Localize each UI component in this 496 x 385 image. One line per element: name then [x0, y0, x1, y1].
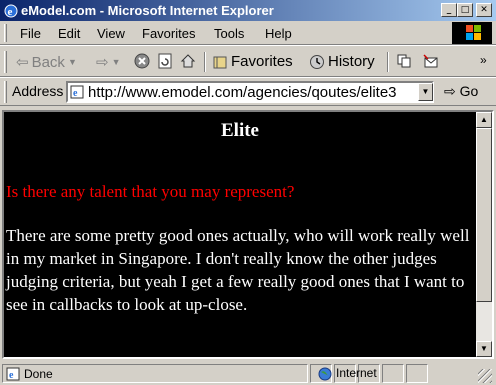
title-bar[interactable]: e eModel.com - Microsoft Internet Explor…	[0, 0, 496, 21]
status-pane-main: e Done	[2, 364, 308, 383]
resize-grip[interactable]	[478, 369, 492, 383]
history-button[interactable]: History	[309, 53, 375, 70]
back-dropdown-icon[interactable]: ▼	[68, 57, 77, 67]
go-arrow-icon: ⇨	[444, 83, 456, 99]
menu-edit[interactable]: Edit	[58, 26, 80, 41]
chevron-down-icon: ▼	[480, 344, 488, 353]
menu-tools[interactable]: Tools	[214, 26, 244, 41]
mail-icon	[423, 54, 438, 68]
address-grip[interactable]	[4, 81, 7, 103]
scroll-up-button[interactable]: ▲	[476, 112, 492, 128]
menu-help[interactable]: Help	[265, 26, 292, 41]
refresh-button[interactable]	[157, 53, 173, 69]
minimize-button[interactable]: _	[441, 3, 457, 17]
page-icon: e	[6, 367, 20, 381]
status-bar: e Done Internet	[0, 362, 496, 385]
home-icon	[180, 54, 196, 68]
page-title: Elite	[221, 120, 259, 141]
status-zone-label: Internet	[336, 366, 377, 380]
page-content: Elite Is there any talent that you may r…	[4, 112, 476, 357]
address-url: http://www.emodel.com/agencies/qoutes/el…	[88, 84, 397, 101]
close-button[interactable]: ✕	[476, 3, 492, 17]
menu-file[interactable]: File	[20, 26, 41, 41]
svg-text:e: e	[9, 370, 14, 381]
favorites-button[interactable]: Favorites	[212, 53, 293, 70]
forward-arrow-icon: ⇨	[96, 54, 109, 71]
copy-icon	[397, 54, 411, 68]
standard-toolbar: ⇦ Back ▼ ⇨ ▼ Favorites History »	[0, 47, 496, 77]
history-icon	[310, 54, 324, 69]
address-bar: Address e http://www.emodel.com/agencies…	[0, 78, 496, 106]
menu-bar: File Edit View Favorites Tools Help	[0, 21, 496, 45]
svg-text:e: e	[73, 88, 78, 99]
toolbar-grip[interactable]	[4, 51, 7, 73]
menu-favorites[interactable]: Favorites	[142, 26, 195, 41]
refresh-icon	[158, 53, 172, 69]
go-label: Go	[459, 83, 479, 99]
back-label: Back	[31, 53, 65, 71]
interview-answer: There are some pretty good ones actually…	[6, 226, 470, 314]
toolbar-separator	[204, 52, 206, 72]
browser-viewport: Elite Is there any talent that you may r…	[2, 110, 494, 359]
mail-button[interactable]	[422, 53, 440, 69]
maximize-button[interactable]: □	[457, 3, 473, 17]
menu-grip[interactable]	[4, 24, 7, 42]
globe-icon	[318, 367, 332, 381]
history-label: History	[328, 53, 375, 70]
copy-button[interactable]	[396, 53, 412, 69]
forward-button[interactable]: ⇨ ▼	[96, 53, 121, 71]
address-input[interactable]: e http://www.emodel.com/agencies/qoutes/…	[66, 81, 434, 103]
address-dropdown-button[interactable]: ▼	[418, 83, 433, 101]
menu-view[interactable]: View	[97, 26, 125, 41]
status-zone: Internet	[312, 364, 474, 383]
window-title: eModel.com - Microsoft Internet Explorer	[21, 3, 274, 18]
maximize-icon: □	[460, 5, 470, 15]
go-button[interactable]: ⇨ Go	[444, 83, 478, 100]
windows-logo-icon	[452, 22, 492, 44]
close-icon: ✕	[480, 5, 488, 15]
status-text: Done	[24, 367, 53, 381]
vertical-scrollbar[interactable]: ▲ ▼	[476, 112, 492, 357]
favorites-label: Favorites	[231, 53, 293, 70]
ie-icon: e	[4, 4, 18, 18]
chevron-up-icon: ▲	[480, 115, 488, 124]
favorites-icon	[213, 56, 227, 68]
scroll-thumb[interactable]	[476, 128, 492, 302]
toolbar-chevron[interactable]: »	[480, 53, 487, 67]
page-icon: e	[70, 85, 84, 99]
interview-question: Is there any talent that you may represe…	[6, 182, 295, 201]
address-label: Address	[12, 83, 64, 99]
home-button[interactable]	[180, 53, 196, 69]
scroll-down-button[interactable]: ▼	[476, 341, 492, 357]
back-button[interactable]: ⇦ Back ▼	[16, 53, 77, 72]
forward-dropdown-icon[interactable]: ▼	[112, 57, 121, 67]
stop-icon	[134, 53, 150, 69]
chevron-down-icon: ▼	[421, 87, 430, 96]
svg-text:e: e	[8, 6, 13, 18]
stop-button[interactable]	[134, 53, 150, 69]
toolbar-separator	[387, 52, 389, 72]
minimize-icon: _	[446, 5, 452, 15]
back-arrow-icon: ⇦	[16, 54, 29, 71]
